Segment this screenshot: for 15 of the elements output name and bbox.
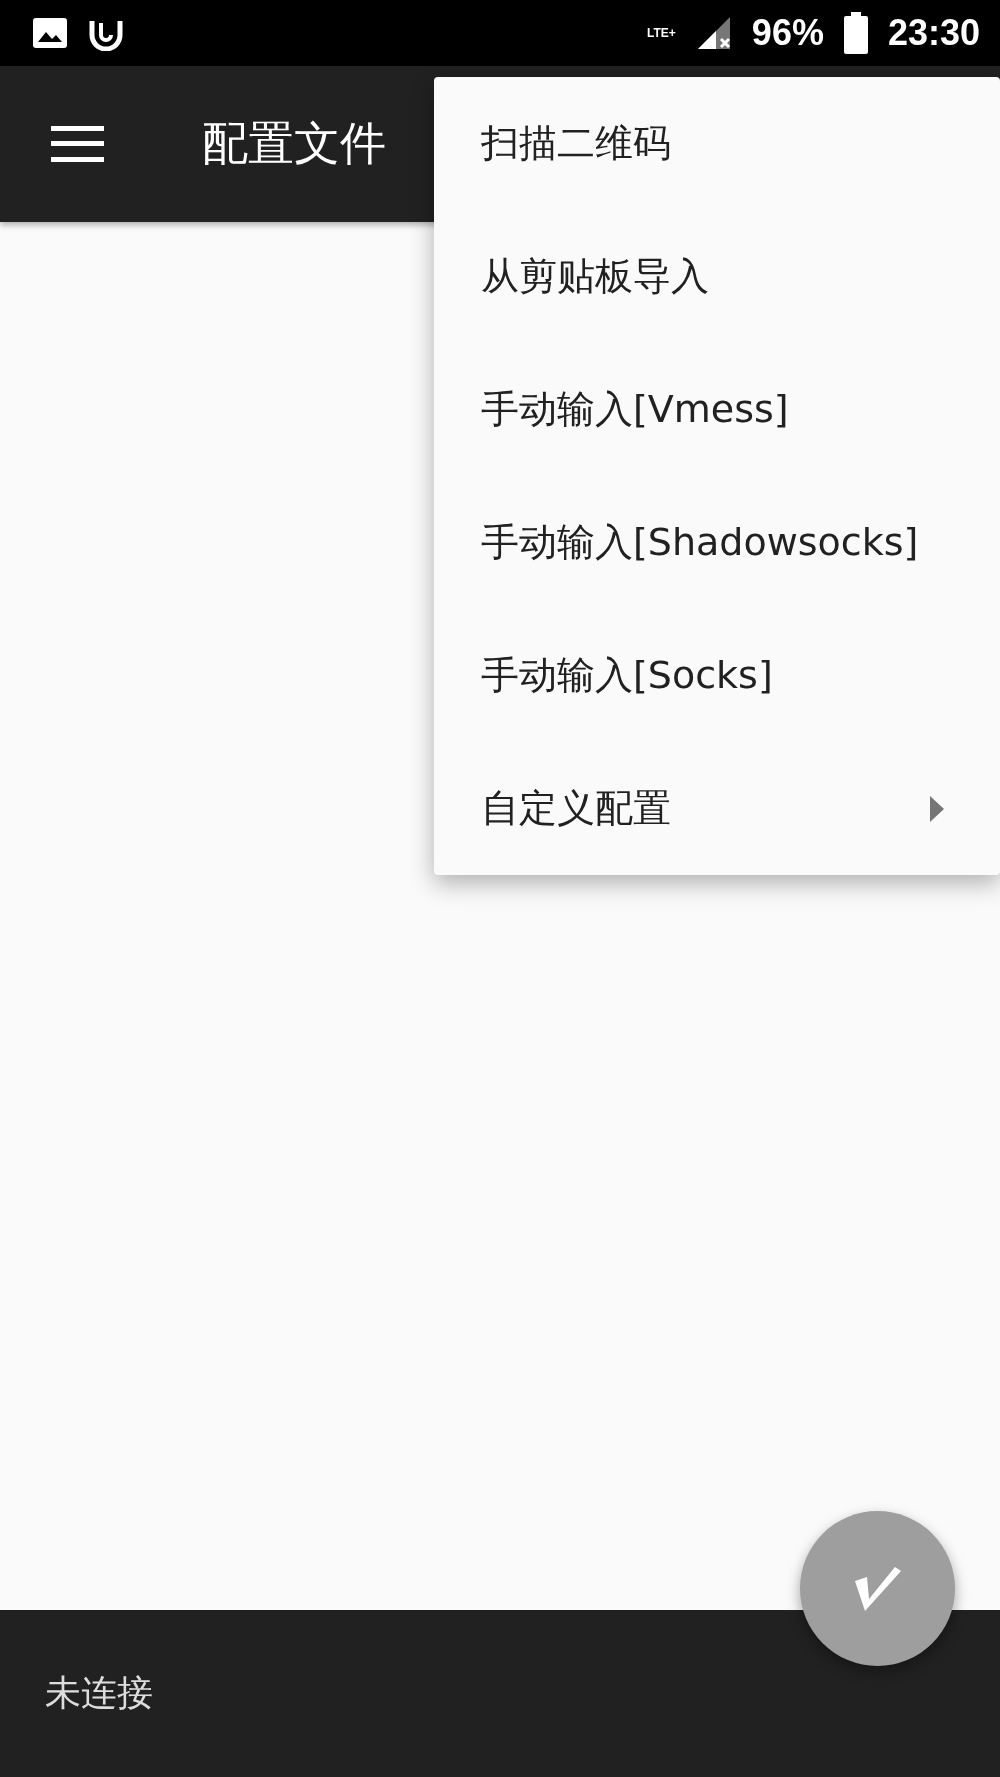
- toolbar-title: 配置文件: [202, 115, 386, 172]
- menu-item[interactable]: 手动输入[Vmess]: [434, 343, 1000, 476]
- menu-icon[interactable]: [51, 126, 104, 162]
- menu-item[interactable]: 手动输入[Socks]: [434, 609, 1000, 742]
- battery-percent: 96%: [751, 12, 824, 54]
- network-type: LTE+: [647, 26, 676, 40]
- clock: 23:30: [887, 12, 980, 54]
- connection-status: 未连接: [45, 1671, 153, 1715]
- menu-item[interactable]: 手动输入[Shadowsocks]: [434, 476, 1000, 609]
- submenu-arrow-icon: [930, 795, 944, 822]
- image-icon: [32, 17, 68, 49]
- battery-icon: [843, 12, 868, 54]
- menu-item[interactable]: 自定义配置: [434, 742, 1000, 875]
- menu-item[interactable]: 扫描二维码: [434, 77, 1000, 210]
- menu-item[interactable]: 从剪贴板导入: [434, 210, 1000, 343]
